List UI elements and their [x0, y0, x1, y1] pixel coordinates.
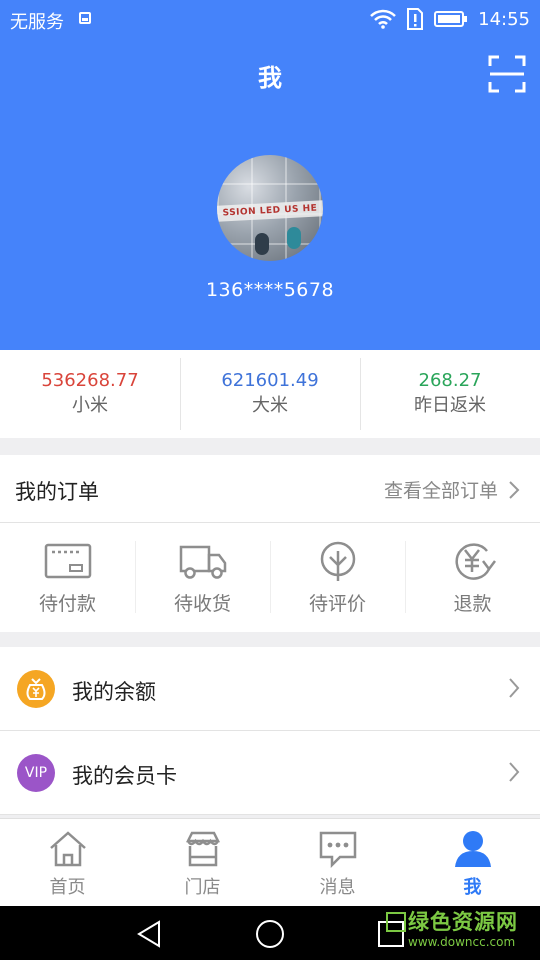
tab-messages[interactable]: 消息: [270, 819, 405, 906]
tab-home[interactable]: 首页: [0, 819, 135, 906]
watermark-logo-icon: [386, 912, 406, 932]
order-pending-payment[interactable]: 待付款: [0, 523, 135, 631]
stat-label: 小米: [72, 395, 108, 416]
tab-me[interactable]: 我: [405, 819, 540, 906]
chevron-right-icon: [509, 480, 520, 499]
stat-dami[interactable]: 621601.49 大米: [180, 350, 360, 438]
orders-title: 我的订单: [15, 480, 99, 504]
stat-value: 621601.49: [221, 370, 319, 391]
scan-icon[interactable]: [487, 54, 527, 94]
yen-refresh-icon: [455, 543, 496, 580]
system-nav-bar: 绿色资源网 www.downcc.com: [0, 906, 540, 960]
wifi-icon: [370, 9, 397, 29]
menu-member-card[interactable]: VIP 我的会员卡: [0, 731, 540, 815]
vip-icon-text: VIP: [24, 765, 48, 781]
stat-label: 昨日返米: [414, 395, 486, 416]
status-icons: 14:55: [370, 6, 530, 32]
home-nav-icon[interactable]: [255, 919, 285, 949]
stat-value: 268.27: [418, 370, 482, 391]
screen: 无服务 14:55 我 SSION LED US HE 136****5678 …: [0, 0, 540, 960]
orders-header: 我的订单 查看全部订单: [0, 455, 540, 523]
person-icon: [454, 831, 491, 867]
status-bar: 无服务 14:55: [0, 0, 540, 38]
message-icon: [319, 831, 356, 869]
card-icon: [44, 543, 91, 579]
stat-yesterday-return[interactable]: 268.27 昨日返米: [360, 350, 540, 438]
avatar[interactable]: SSION LED US HE: [217, 155, 323, 261]
watermark: 绿色资源网 www.downcc.com: [386, 910, 518, 950]
stat-label: 大米: [252, 395, 288, 416]
tab-label: 我: [463, 877, 482, 898]
stat-value: 536268.77: [41, 370, 139, 391]
avatar-shoe: [255, 233, 269, 255]
menu-balance[interactable]: 我的余额: [0, 647, 540, 731]
tab-store[interactable]: 门店: [135, 819, 270, 906]
view-all-orders-link[interactable]: 查看全部订单: [384, 476, 520, 503]
bottom-tab-bar: 首页 门店 消息 我: [0, 818, 540, 906]
battery-icon: [434, 11, 468, 27]
watermark-title: 绿色资源网: [408, 910, 518, 934]
carrier-text: 无服务: [10, 12, 64, 33]
money-bag-icon: [17, 670, 55, 708]
orders-section: 我的订单 查看全部订单 待付款 待收货 待评价 退款: [0, 455, 540, 632]
order-label: 退款: [453, 593, 492, 615]
view-all-orders-label: 查看全部订单: [383, 480, 498, 502]
menu-label: 我的会员卡: [72, 764, 177, 788]
watermark-url: www.downcc.com: [408, 935, 516, 949]
sim-alert-icon: [407, 8, 424, 30]
order-refund[interactable]: 退款: [405, 523, 540, 631]
chevron-right-icon: [509, 762, 520, 782]
avatar-shoe: [287, 227, 301, 249]
stat-xiaomi[interactable]: 536268.77 小米: [0, 350, 180, 438]
chevron-right-icon: [509, 678, 520, 698]
order-label: 待付款: [38, 593, 96, 615]
menu-label: 我的余额: [72, 680, 156, 704]
order-label: 待评价: [308, 593, 366, 615]
order-status-row: 待付款 待收货 待评价 退款: [0, 523, 540, 631]
phone-number: 136****5678: [205, 279, 335, 301]
tab-label: 首页: [49, 877, 86, 898]
stats-row: 536268.77 小米 621601.49 大米 268.27 昨日返米: [0, 350, 540, 438]
store-icon: [185, 831, 220, 867]
order-pending-review[interactable]: 待评价: [270, 523, 405, 631]
order-pending-receipt[interactable]: 待收货: [135, 523, 270, 631]
profile-header: 无服务 14:55 我 SSION LED US HE 136****5678: [0, 0, 540, 350]
order-label: 待收货: [173, 593, 231, 615]
vip-icon: VIP: [17, 754, 55, 792]
tree-icon: [320, 541, 355, 581]
tab-label: 消息: [319, 877, 356, 898]
image-notification-icon: [79, 12, 91, 24]
clock: 14:55: [478, 8, 530, 30]
tab-label: 门店: [184, 877, 221, 898]
back-icon[interactable]: [135, 919, 165, 949]
page-title: 我: [258, 64, 282, 92]
account-menu: 我的余额 VIP 我的会员卡: [0, 647, 540, 815]
truck-icon: [179, 545, 226, 579]
home-icon: [49, 831, 86, 867]
